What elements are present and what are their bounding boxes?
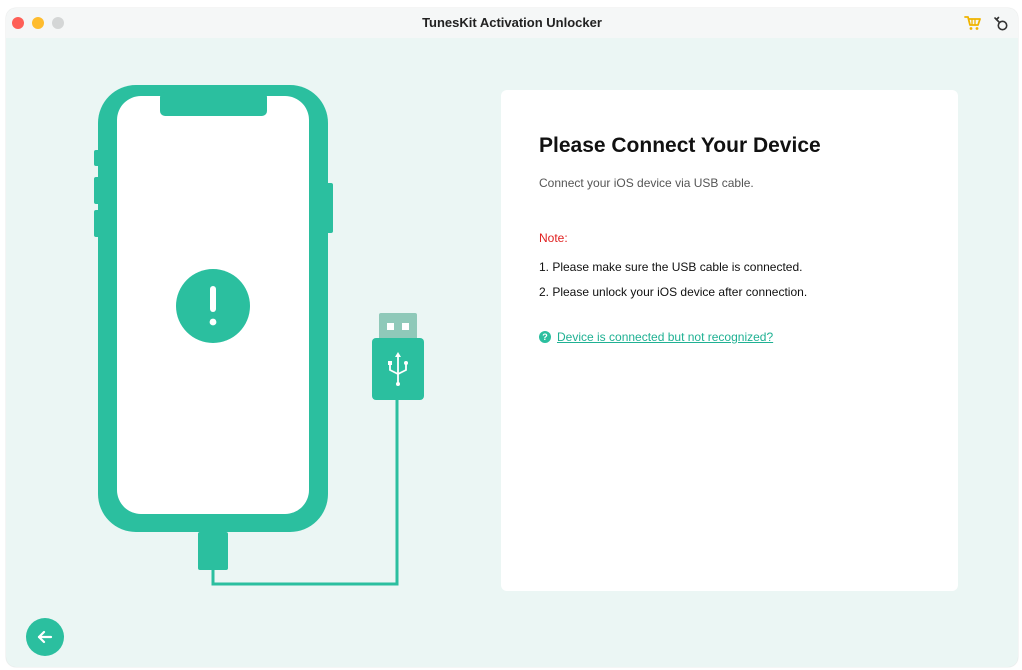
question-icon: ?: [539, 331, 551, 343]
note-item: 1. Please make sure the USB cable is con…: [539, 260, 803, 274]
arrow-left-icon: [37, 630, 53, 644]
card-title: Please Connect Your Device: [539, 134, 821, 157]
cart-icon[interactable]: [963, 13, 983, 33]
connect-device-illustration: [94, 85, 424, 586]
window-title: TunesKit Activation Unlocker: [422, 15, 602, 30]
help-row: ? Device is connected but not recognized…: [539, 330, 773, 344]
app-window: TunesKit Activation Unlocker Please Conn…: [6, 8, 1018, 667]
usb-plug-metal: [379, 313, 417, 340]
note-item: 2. Please unlock your iOS device after c…: [539, 285, 808, 299]
phone-notch: [160, 92, 267, 116]
title-bar: TunesKit Activation Unlocker: [6, 8, 1018, 38]
key-icon[interactable]: [991, 13, 1011, 33]
card-subtitle: Connect your iOS device via USB cable.: [539, 176, 754, 190]
connect-device-card: Please Connect Your Device Connect your …: [501, 90, 958, 591]
lightning-connector: [198, 532, 228, 570]
device-not-recognized-link[interactable]: Device is connected but not recognized?: [557, 330, 773, 344]
back-button[interactable]: [26, 618, 64, 656]
note-label: Note:: [539, 231, 568, 245]
